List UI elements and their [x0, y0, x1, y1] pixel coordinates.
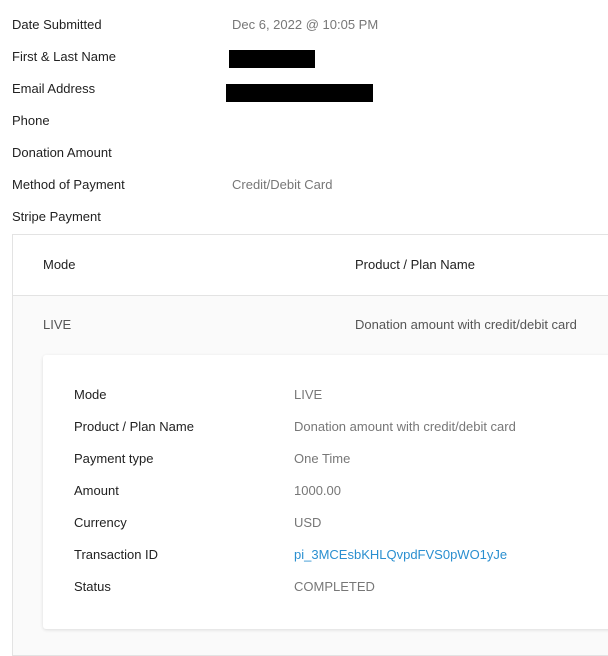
detail-status-label: Status: [74, 579, 111, 594]
payment-method-value: Credit/Debit Card: [232, 177, 333, 192]
detail-amount-value: 1000.00: [294, 483, 341, 498]
payment-detail-card: Mode LIVE Product / Plan Name Donation a…: [43, 355, 608, 629]
date-submitted-label: Date Submitted: [12, 17, 102, 32]
detail-mode-value: LIVE: [294, 387, 323, 402]
donation-amount-label: Donation Amount: [12, 145, 112, 160]
row-mode-cell: LIVE: [43, 317, 72, 332]
name-redaction: [229, 50, 315, 68]
product-column-header: Product / Plan Name: [355, 257, 475, 272]
detail-product-label: Product / Plan Name: [74, 419, 194, 434]
detail-product-value: Donation amount with credit/debit card: [294, 419, 516, 434]
mode-column-header: Mode: [43, 257, 76, 272]
transaction-id-link[interactable]: pi_3MCEsbKHLQvpdFVS0pWO1yJe: [294, 545, 507, 565]
stripe-payment-table: Mode Product / Plan Name LIVE Donation a…: [12, 234, 608, 656]
detail-transaction-id-label: Transaction ID: [74, 547, 159, 562]
name-label: First & Last Name: [12, 49, 117, 64]
phone-label: Phone: [12, 113, 50, 128]
email-redaction: [226, 84, 373, 102]
date-submitted-value: Dec 6, 2022 @ 10:05 PM: [232, 17, 379, 32]
payment-method-label: Method of Payment: [12, 177, 125, 192]
detail-payment-type-label: Payment type: [74, 451, 154, 466]
row-product-cell: Donation amount with credit/debit card: [355, 317, 577, 332]
stripe-payment-label: Stripe Payment: [12, 209, 101, 224]
detail-mode-label: Mode: [74, 387, 107, 402]
detail-currency-label: Currency: [74, 515, 127, 530]
stripe-table-header: Mode Product / Plan Name: [13, 235, 608, 296]
detail-payment-type-value: One Time: [294, 451, 351, 466]
detail-status-value: COMPLETED: [294, 579, 375, 594]
email-label: Email Address: [12, 81, 96, 96]
detail-amount-label: Amount: [74, 483, 119, 498]
detail-currency-value: USD: [294, 515, 322, 530]
